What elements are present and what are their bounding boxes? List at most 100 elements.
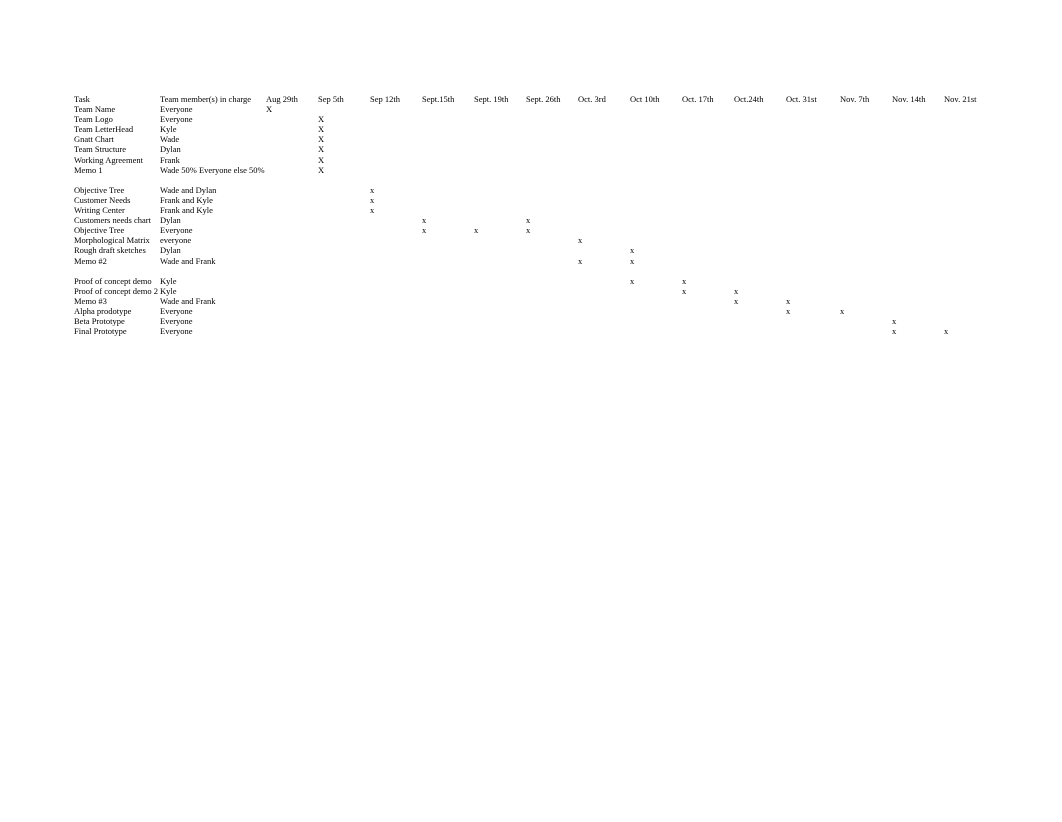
mark-cell: x — [422, 225, 474, 235]
table-row: Proof of concept demo 2Kyle xx — [74, 286, 974, 296]
table-row: Memo #2Wade and Frankxx — [74, 256, 974, 266]
header-date-8: Oct. 17th — [682, 94, 734, 104]
header-row: Task Team member(s) in charge Aug 29th S… — [74, 94, 974, 104]
header-date-10: Oct. 31st — [786, 94, 840, 104]
member-cell: Wade 50% Everyone else 50% — [160, 165, 266, 175]
member-cell: Everyone — [160, 306, 266, 316]
mark-cell: x — [630, 256, 682, 266]
table-row: Rough draft sketchesDylan x — [74, 245, 974, 255]
table-row: Memo #3Wade and Frank xx — [74, 296, 974, 306]
task-cell: Team LetterHead — [74, 124, 160, 134]
task-cell: Gnatt Chart — [74, 134, 160, 144]
mark-cell: x — [786, 306, 840, 316]
task-cell: Memo #2 — [74, 256, 160, 266]
task-cell: Rough draft sketches — [74, 245, 160, 255]
table-body: Team NameEveryoneXTeam LogoEveryoneXTeam… — [74, 104, 974, 336]
task-cell: Proof of concept demo — [74, 276, 160, 286]
member-cell: Everyone — [160, 316, 266, 326]
member-cell: Dylan — [160, 215, 266, 225]
member-cell: Dylan — [160, 245, 266, 255]
member-cell: Everyone — [160, 225, 266, 235]
task-cell: Objective Tree — [74, 185, 160, 195]
mark-cell: X — [318, 165, 370, 175]
mark-cell: x — [682, 286, 734, 296]
header-date-6: Oct. 3rd — [578, 94, 630, 104]
header-member: Team member(s) in charge — [160, 94, 266, 104]
mark-cell: x — [734, 296, 786, 306]
task-cell: Team Structure — [74, 144, 160, 154]
mark-cell: x — [422, 215, 474, 225]
task-cell: Working Agreement — [74, 155, 160, 165]
table-row: Team StructureDylanX — [74, 144, 974, 154]
member-cell: Frank and Kyle — [160, 205, 266, 215]
mark-cell: x — [370, 195, 422, 205]
member-cell: Wade — [160, 134, 266, 144]
header-date-11: Nov. 7th — [840, 94, 892, 104]
header-date-1: Sep 5th — [318, 94, 370, 104]
gantt-table: Task Team member(s) in charge Aug 29th S… — [74, 94, 974, 336]
mark-cell: x — [578, 256, 630, 266]
mark-cell: x — [630, 276, 682, 286]
mark-cell: X — [266, 104, 306, 114]
table-row: Working AgreementFrankX — [74, 155, 974, 165]
table-row: Alpha prodotypeEveryone xx — [74, 306, 974, 316]
table-row: Morphological Matrixeveryonex — [74, 235, 974, 245]
table-row: Team LogoEveryoneX — [74, 114, 974, 124]
header-date-3: Sept.15th — [422, 94, 474, 104]
member-cell: Wade and Frank — [160, 296, 266, 306]
table-row: Objective TreeEveryonexxx — [74, 225, 974, 235]
header-date-13: Nov. 21st — [944, 94, 996, 104]
member-cell: Everyone — [160, 104, 266, 114]
task-cell: Beta Prototype — [74, 316, 160, 326]
mark-cell: x — [526, 225, 578, 235]
member-cell: Kyle — [160, 276, 266, 286]
header-date-9: Oct.24th — [734, 94, 786, 104]
table-row: Objective TreeWade and Dylanx — [74, 185, 974, 195]
table-row: Beta PrototypeEveryone x — [74, 316, 974, 326]
member-cell: Kyle — [160, 286, 266, 296]
task-cell: Team Logo — [74, 114, 160, 124]
header-date-2: Sep 12th — [370, 94, 422, 104]
header-task: Task — [74, 94, 160, 104]
task-cell: Morphological Matrix — [74, 235, 160, 245]
member-cell: Frank and Kyle — [160, 195, 266, 205]
header-date-0: Aug 29th — [266, 94, 306, 104]
task-cell: Objective Tree — [74, 225, 160, 235]
blank-row — [74, 175, 974, 185]
mark-cell: x — [682, 276, 734, 286]
mark-cell: x — [892, 316, 944, 326]
mark-cell: X — [318, 155, 370, 165]
mark-cell: x — [786, 296, 840, 306]
mark-cell: x — [944, 326, 996, 336]
member-cell: everyone — [160, 235, 266, 245]
task-cell: Memo #3 — [74, 296, 160, 306]
task-cell: Proof of concept demo 2 — [74, 286, 160, 296]
task-cell: Customers needs chart — [74, 215, 160, 225]
task-cell: Writing Center — [74, 205, 160, 215]
header-date-4: Sept. 19th — [474, 94, 526, 104]
task-cell: Team Name — [74, 104, 160, 114]
mark-cell: x — [474, 225, 526, 235]
task-cell: Final Prototype — [74, 326, 160, 336]
table-row: Memo 1Wade 50% Everyone else 50% X — [74, 165, 974, 175]
member-cell: Wade and Dylan — [160, 185, 266, 195]
member-cell: Kyle — [160, 124, 266, 134]
table-row: Proof of concept demoKyle xx — [74, 276, 974, 286]
task-cell: Alpha prodotype — [74, 306, 160, 316]
member-cell: Dylan — [160, 144, 266, 154]
mark-cell: X — [318, 114, 370, 124]
table-row: Gnatt ChartWade X — [74, 134, 974, 144]
mark-cell: X — [318, 134, 370, 144]
table-row: Final PrototypeEveryonexx — [74, 326, 974, 336]
mark-cell: x — [840, 306, 892, 316]
header-date-12: Nov. 14th — [892, 94, 944, 104]
mark-cell: X — [318, 124, 370, 134]
table-row: Team LetterHeadKyle X — [74, 124, 974, 134]
table-row: Writing CenterFrank and Kyle x — [74, 205, 974, 215]
mark-cell: x — [630, 245, 682, 255]
table-row: Customer NeedsFrank and Kylex — [74, 195, 974, 205]
mark-cell: x — [370, 205, 422, 215]
header-date-7: Oct 10th — [630, 94, 682, 104]
mark-cell: x — [734, 286, 786, 296]
task-cell: Memo 1 — [74, 165, 160, 175]
